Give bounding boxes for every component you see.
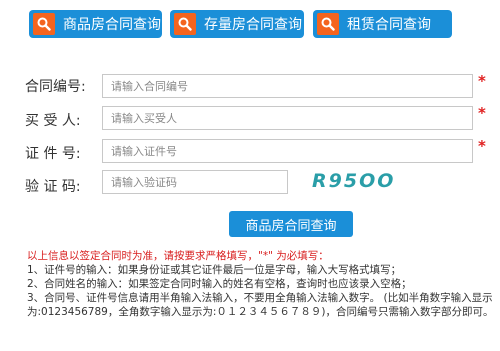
required-mark: *	[478, 137, 486, 155]
tab-commercial-housing[interactable]: 商品房合同查询	[29, 10, 162, 38]
tab-lease[interactable]: 租赁合同查询	[313, 10, 452, 38]
id-number-input[interactable]	[102, 139, 473, 163]
required-mark: *	[478, 104, 486, 122]
required-notice: 以上信息以签定合同时为准，请按要求严格填写，"*" 为必填写：	[27, 250, 329, 262]
tab-existing-housing[interactable]: 存量房合同查询	[170, 10, 304, 38]
tab-label: 租赁合同查询	[347, 17, 431, 33]
captcha-label: 验 证 码:	[25, 179, 81, 195]
required-mark: *	[478, 72, 486, 90]
contract-number-label: 合同编号:	[25, 79, 86, 95]
instructions: 以上信息以签定合同时为准，请按要求严格填写，"*" 为必填写： 1、证件号的输入…	[27, 249, 497, 319]
buyer-label: 买 受 人:	[25, 113, 81, 129]
note-item: 3、合同号、证件号信息请用半角输入法输入，不要用全角输入法输入数字。 (比如半角…	[27, 292, 494, 318]
note-item: 2、合同姓名的输入：如果签定合同时输入的姓名有空格，查询时也应该录入空格；	[27, 278, 412, 290]
contract-number-input[interactable]	[102, 74, 473, 98]
buyer-input[interactable]	[102, 106, 473, 130]
search-icon	[33, 13, 55, 35]
tab-label: 存量房合同查询	[204, 17, 302, 33]
tab-label: 商品房合同查询	[63, 17, 161, 33]
search-icon	[174, 13, 196, 35]
submit-query-button[interactable]: 商品房合同查询	[229, 211, 353, 237]
search-icon	[317, 13, 339, 35]
captcha-input[interactable]	[102, 170, 288, 194]
captcha-image[interactable]: R95OO	[312, 170, 395, 192]
note-item: 1、证件号的输入：如果身份证或其它证件最后一位是字母，输入大写格式填写；	[27, 264, 402, 276]
id-number-label: 证 件 号:	[25, 146, 81, 162]
